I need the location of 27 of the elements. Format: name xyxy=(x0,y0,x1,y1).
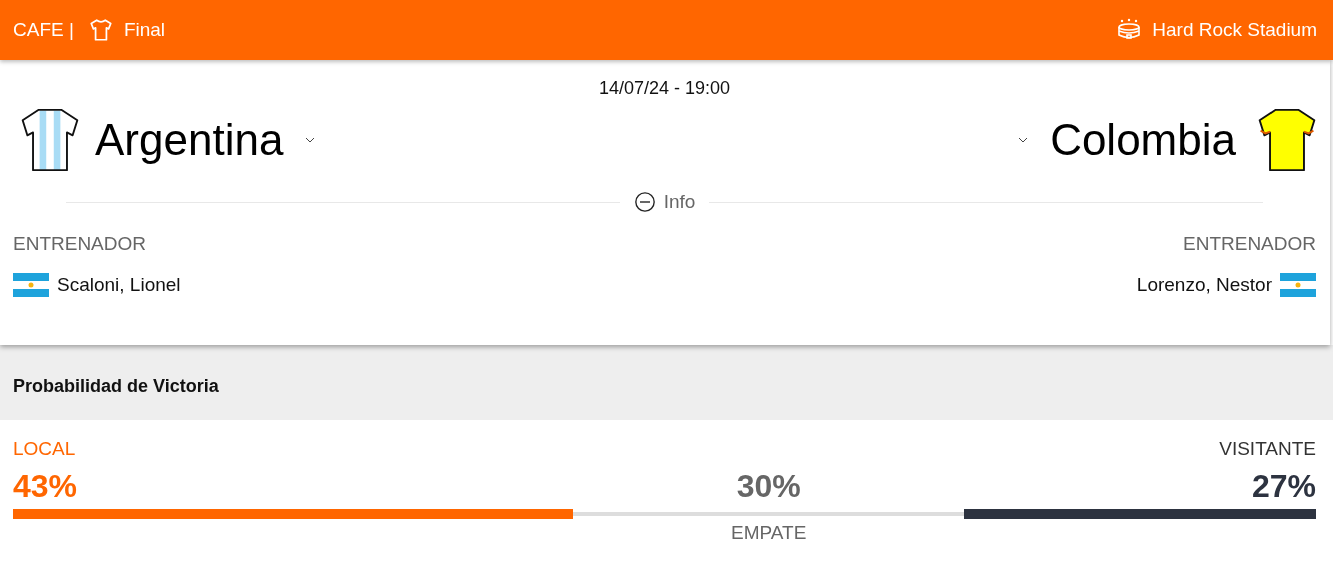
outcome-label: LOCAL xyxy=(13,438,77,461)
chevron-down-icon[interactable] xyxy=(1018,137,1029,143)
info-toggle[interactable]: Info xyxy=(633,191,696,213)
stadium-icon xyxy=(1116,18,1143,42)
flag-icon xyxy=(1280,273,1316,297)
outcome-label: EMPATE xyxy=(731,522,807,545)
flag-icon xyxy=(13,273,49,297)
minus-circle-icon xyxy=(633,191,656,213)
outcome-label: VISITANTE xyxy=(1219,438,1316,461)
coach-label: ENTRENADOR xyxy=(1183,233,1316,255)
percentage-value: 30% xyxy=(736,468,801,506)
chevron-down-icon[interactable] xyxy=(305,137,316,143)
team-name[interactable]: Colombia xyxy=(1050,115,1236,165)
team-name[interactable]: Argentina xyxy=(95,115,284,165)
percentage-value: 43% xyxy=(13,468,79,506)
section-title: Probabilidad de Victoria xyxy=(13,376,219,397)
jersey-icon xyxy=(1256,107,1318,173)
striped-jersey-icon xyxy=(19,107,81,173)
shirt-icon xyxy=(87,17,114,43)
round-label: Final xyxy=(123,19,166,41)
competition-label: CAFE | xyxy=(13,19,74,41)
coach-name: Scaloni, Lionel xyxy=(57,274,181,296)
percentage-value: 27% xyxy=(1251,468,1316,506)
venue-label: Hard Rock Stadium xyxy=(1152,19,1317,41)
match-datetime: 14/07/24 - 19:00 xyxy=(597,78,732,99)
coach-name: Lorenzo, Nestor xyxy=(1136,274,1272,296)
coach-label: ENTRENADOR xyxy=(13,233,147,255)
